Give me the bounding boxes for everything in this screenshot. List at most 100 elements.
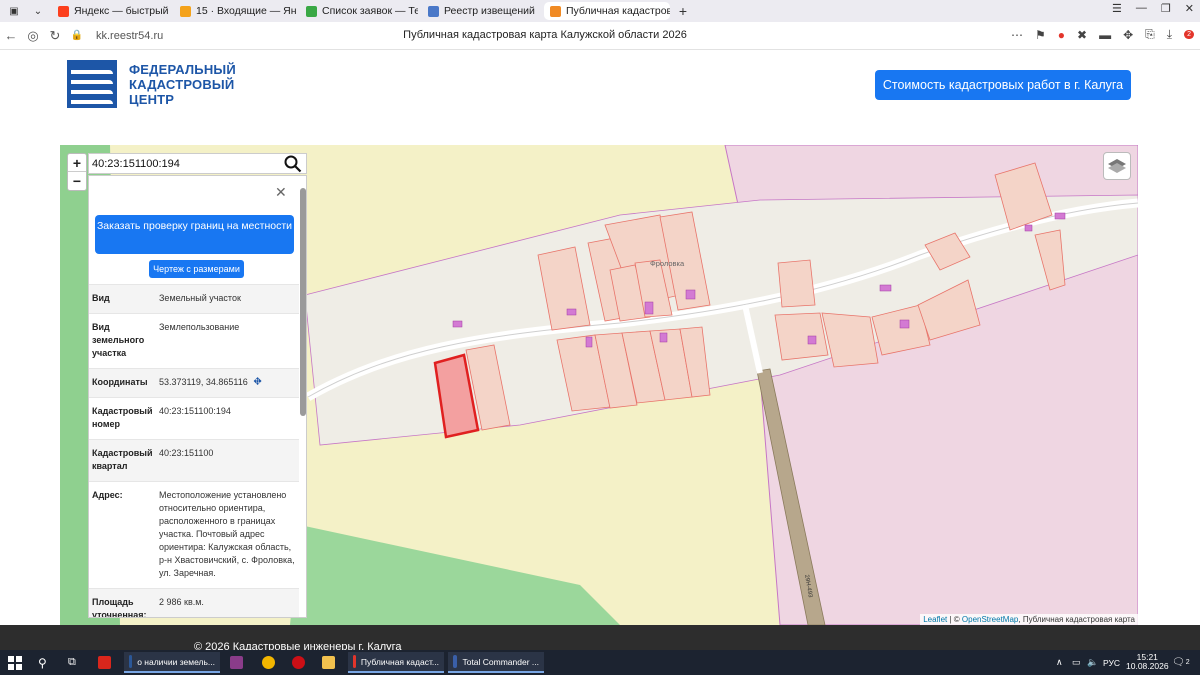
attr-value: Земельный участок: [159, 293, 241, 303]
toolbar-right: ⋯ ⚑ ● ✖ ▬ ✥ ⎘ ⤓ 2: [1011, 27, 1194, 42]
app-label: Публичная кадаст...: [360, 656, 439, 667]
notification-icon[interactable]: 🗨 2: [1172, 654, 1190, 671]
logo-line-1: ФЕДЕРАЛЬНЫЙ: [129, 61, 236, 77]
reload-icon[interactable]: ↻: [44, 28, 66, 44]
zoom-out-button[interactable]: −: [68, 172, 86, 190]
leaflet-link[interactable]: Leaflet: [923, 615, 947, 624]
panel-scrollbar[interactable]: [300, 180, 306, 614]
taskbar-app-browser[interactable]: Публичная кадаст...: [348, 652, 444, 673]
yandex-favicon-icon: [58, 5, 69, 17]
cadastral-search-input[interactable]: 40:23:151100:194: [88, 153, 307, 174]
protect-icon[interactable]: ◎: [22, 28, 44, 44]
attr-key: Кадастровый номер: [92, 406, 153, 429]
mail-favicon-icon: [180, 5, 191, 17]
taskbar-search-icon[interactable]: ⚲: [38, 654, 47, 671]
app-label: о наличии земель...: [137, 656, 215, 667]
tab-label: 15 · Входящие — Яндекс: [196, 5, 296, 17]
attr-row: Площадь уточненная: 2 986 кв.м.: [89, 588, 299, 617]
opera-icon[interactable]: [292, 654, 305, 671]
winrar-icon[interactable]: [230, 654, 243, 671]
taskbar-app-word[interactable]: о наличии земель...: [124, 652, 220, 673]
taskbar-app-total-commander[interactable]: Total Commander ...: [448, 652, 544, 673]
attr-row: Адрес: Местоположение установлено относи…: [89, 481, 299, 588]
address-bar: ← ◎ ↻ 🔒 kk.reestr54.ru Публичная кадастр…: [0, 22, 1200, 50]
back-arrow-icon[interactable]: ←: [0, 28, 22, 43]
explorer-icon[interactable]: [322, 654, 335, 671]
page-title: Публичная кадастровая карта Калужской об…: [403, 29, 687, 41]
download-icon[interactable]: ⤓: [1167, 27, 1172, 42]
browser-tab-1[interactable]: Яндекс — быстрый поиск: [52, 2, 170, 20]
system-clock[interactable]: 15:21 10.08.2026: [1126, 653, 1169, 671]
order-boundary-check-button[interactable]: Заказать проверку границ на местности: [95, 215, 294, 254]
word-icon: [129, 655, 133, 668]
attr-row: Вид земельного участка Землепользование: [89, 313, 299, 368]
parcel-attributes: Вид Земельный участок Вид земельного уча…: [89, 284, 299, 617]
attr-key: Адрес:: [92, 490, 123, 500]
browser-tab-4[interactable]: Реестр извещений: [422, 2, 540, 20]
tab-label: Публичная кадастрова: [566, 5, 670, 17]
attr-row: Координаты 53.373119, 34.865116 ⛖: [89, 368, 299, 397]
logo-text: ФЕДЕРАЛЬНЫЙ КАДАСТРОВЫЙ ЦЕНТР: [129, 62, 236, 107]
route-icon[interactable]: ⛖: [253, 376, 262, 388]
browser-tab-5-active[interactable]: Публичная кадастрова ✕: [544, 2, 670, 20]
task-view-icon[interactable]: ⧉: [68, 654, 76, 671]
lock-icon[interactable]: 🔒: [66, 30, 88, 41]
app-label: Total Commander ...: [462, 656, 539, 667]
drawing-with-dimensions-button[interactable]: Чертеж с размерами: [149, 260, 244, 278]
more-dots-icon[interactable]: ⋯: [1011, 28, 1023, 42]
window-controls: ☰ — ❐ ✕: [1112, 2, 1194, 15]
cadastral-cost-button[interactable]: Стоимость кадастровых работ в г. Калуга: [875, 70, 1131, 100]
logo-mark-icon: [67, 60, 117, 108]
input-language[interactable]: РУС: [1103, 654, 1120, 671]
browser-menu-icon[interactable]: ▣: [4, 2, 24, 20]
attr-value: 40:23:151100: [159, 448, 214, 458]
site-header: ФЕДЕРАЛЬНЫЙ КАДАСТРОВЫЙ ЦЕНТР Стоимость …: [0, 50, 1200, 120]
total-commander-icon: [453, 655, 458, 668]
tab-label: Список заявок — ТехноК: [322, 5, 418, 17]
attr-key: Вид: [92, 293, 110, 303]
network-icon[interactable]: ▭: [1072, 654, 1081, 671]
screenshot-icon[interactable]: ⎘: [1145, 27, 1155, 42]
osm-link[interactable]: OpenStreetMap: [962, 615, 1018, 624]
close-panel-icon[interactable]: ✕: [275, 184, 287, 201]
logo-line-2: КАДАСТРОВЫЙ: [129, 76, 235, 92]
acrobat-icon[interactable]: [98, 654, 111, 671]
browser-tab-2[interactable]: 15 · Входящие — Яндекс: [174, 2, 296, 20]
puzzle-icon[interactable]: ✥: [1123, 28, 1133, 42]
scrollbar-thumb[interactable]: [300, 188, 306, 416]
extension-icon[interactable]: ●: [1058, 28, 1065, 42]
attr-row: Кадастровый номер 40:23:151100:194: [89, 397, 299, 439]
clock-date: 10.08.2026: [1126, 661, 1169, 671]
tab-label: Яндекс — быстрый поиск: [74, 5, 170, 17]
tab-list-chevron-icon[interactable]: ⌄: [28, 2, 48, 20]
search-value: 40:23:151100:194: [92, 157, 180, 170]
tray-chevron-icon[interactable]: ∧: [1056, 654, 1063, 671]
bookmark-icon[interactable]: ⚑: [1035, 28, 1046, 42]
attr-row: Вид Земельный участок: [89, 284, 299, 313]
bookmarks-icon[interactable]: ☰: [1112, 2, 1122, 15]
site-logo[interactable]: ФЕДЕРАЛЬНЫЙ КАДАСТРОВЫЙ ЦЕНТР: [67, 60, 236, 108]
card-icon[interactable]: ▬: [1099, 28, 1111, 42]
windows-start-icon[interactable]: [8, 654, 22, 671]
chrome-icon[interactable]: [262, 654, 275, 671]
close-window-icon[interactable]: ✕: [1185, 2, 1194, 15]
new-tab-plus-icon[interactable]: +: [674, 3, 692, 19]
attr-value: 40:23:151100:194: [159, 406, 231, 416]
map-attribution: Leaflet | © OpenStreetMap, Публичная кад…: [920, 614, 1138, 625]
url-host[interactable]: kk.reestr54.ru: [96, 30, 163, 42]
cross-tool-icon[interactable]: ✖: [1077, 28, 1087, 42]
browser-tab-3[interactable]: Список заявок — ТехноК: [300, 2, 418, 20]
tab-label: Реестр извещений: [444, 5, 535, 17]
restore-icon[interactable]: ❐: [1161, 2, 1171, 15]
zoom-in-button[interactable]: +: [68, 154, 86, 172]
extension-badge: 2: [1184, 30, 1194, 39]
registry-favicon-icon: [428, 5, 439, 17]
attr-key: Координаты: [92, 377, 148, 387]
attr-value: Землепользование: [159, 322, 240, 332]
search-icon[interactable]: [284, 155, 302, 173]
layers-button[interactable]: [1103, 152, 1131, 180]
parcel-info-panel: ✕ Заказать проверку границ на местности …: [88, 175, 307, 618]
volume-icon[interactable]: 🔈: [1087, 654, 1098, 671]
minimize-icon[interactable]: —: [1136, 2, 1147, 15]
attribution-text: , Публичная кадастровая карта: [1018, 615, 1135, 624]
